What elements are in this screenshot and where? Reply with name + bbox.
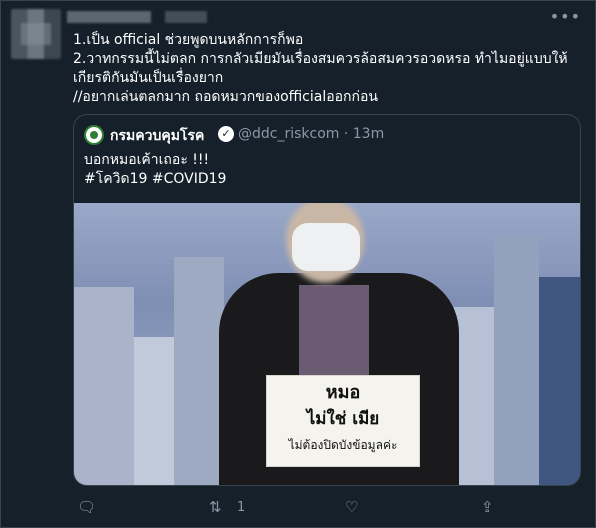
tweet-line: 1.เป็น official ช่วยพูดบนหลักการก็พอ — [73, 32, 304, 48]
like-icon[interactable]: ♡ — [345, 498, 358, 516]
quoted-author-name[interactable]: กรมควบคุมโรค — [110, 125, 204, 147]
sign-line: ไม่ต้องปิดบังข้อมูลค่ะ — [288, 438, 398, 452]
retweet-icon[interactable]: ⇅ — [209, 498, 222, 516]
face-mask — [292, 223, 360, 271]
retweet-count: 1 — [237, 500, 246, 515]
verified-icon: ✓ — [218, 126, 234, 142]
tweet-line: //อยากเล่นตลกมาก ถอดหมวกของofficialออกก่… — [73, 89, 378, 105]
tweet-actions: 🗨 ⇅ 1 ♡ ⇪ — [73, 498, 573, 520]
quoted-text-line: บอกหมอเค้าเถอะ !!! — [84, 152, 210, 168]
quoted-hashtags[interactable]: #โควิด19 #COVID19 — [84, 170, 226, 189]
reply-icon[interactable]: 🗨 — [77, 498, 96, 516]
sign-card: หมอ ไม่ใช่ เมีย ไม่ต้องปิดบังข้อมูลค่ะ — [266, 375, 420, 467]
avatar[interactable] — [11, 9, 61, 59]
quoted-avatar[interactable] — [84, 125, 104, 145]
more-icon[interactable]: ••• — [550, 7, 581, 26]
share-icon[interactable]: ⇪ — [481, 498, 494, 516]
tweet-line: 2.วาทกรรมนี้ไม่ตลก การกลัวเมียมันเรื่องส… — [73, 51, 568, 67]
author-name-redacted[interactable] — [67, 11, 207, 23]
sign-line: ไม่ใช่ เมีย — [306, 409, 380, 429]
quoted-tweet[interactable]: กรมควบคุมโรค ✓ @ddc_riskcom · 13m บอกหมอ… — [73, 114, 581, 486]
quoted-image[interactable]: หมอ ไม่ใช่ เมีย ไม่ต้องปิดบังข้อมูลค่ะ — [74, 203, 580, 485]
tweet-text: 1.เป็น official ช่วยพูดบนหลักการก็พอ 2.ว… — [73, 31, 583, 107]
tweet-card: ••• 1.เป็น official ช่วยพูดบนหลักการก็พอ… — [0, 0, 596, 528]
quoted-text: บอกหมอเค้าเถอะ !!! #โควิด19 #COVID19 — [84, 151, 226, 189]
tweet-line: เกียรติกันมันเป็นเรื่องยาก — [73, 70, 224, 86]
quoted-handle: @ddc_riskcom · 13m — [238, 126, 385, 142]
sign-line: หมอ — [325, 382, 361, 403]
